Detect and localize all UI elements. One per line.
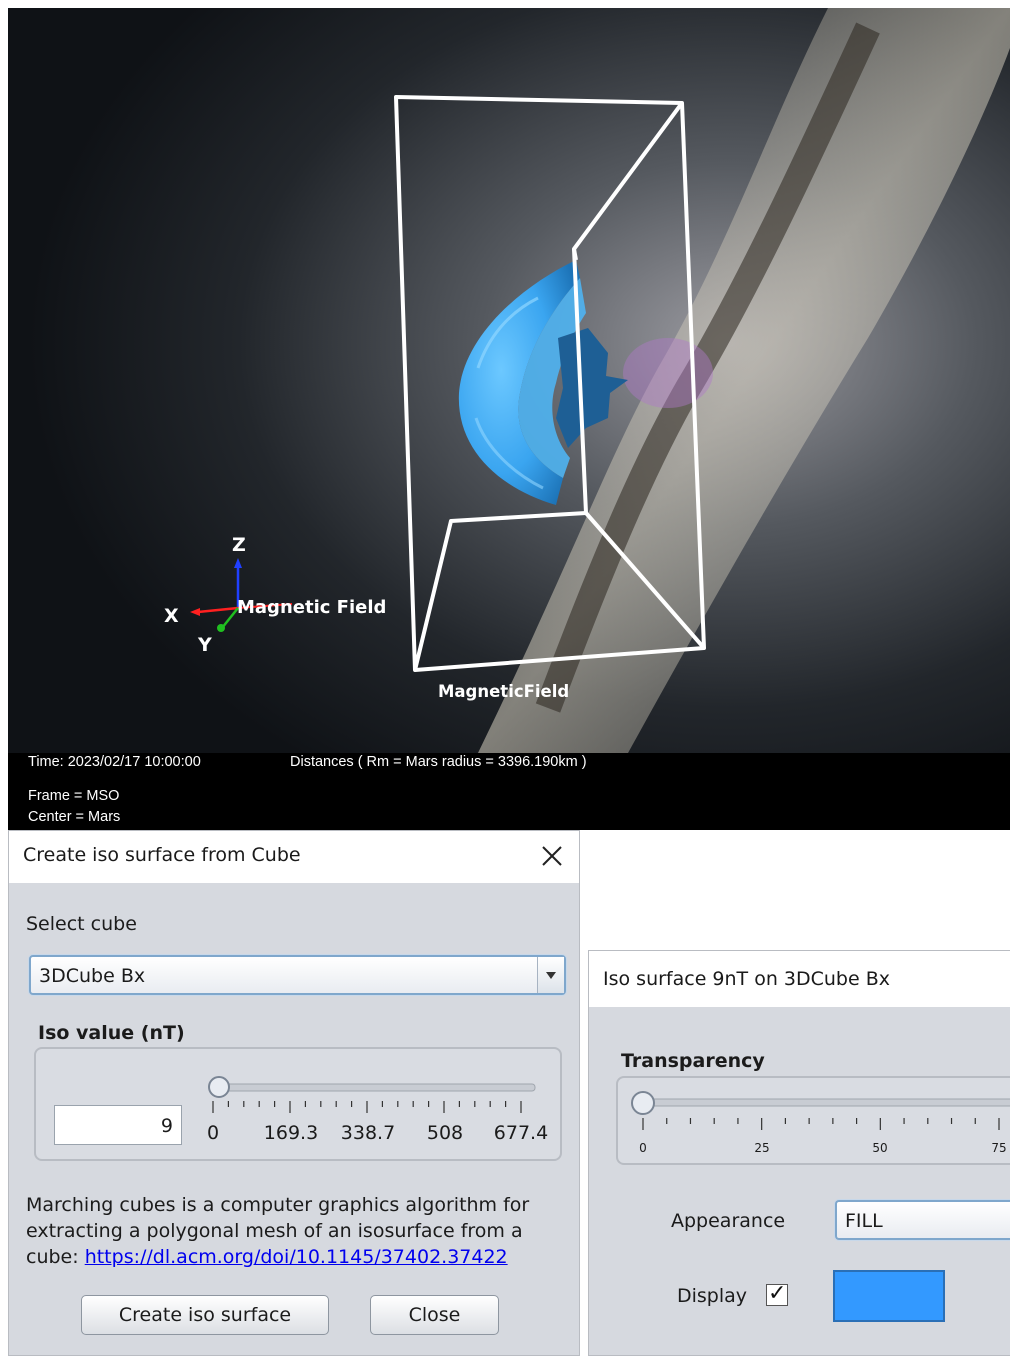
transparency-tick-label: 50	[872, 1141, 888, 1155]
dialog-title: Create iso surface from Cube	[23, 844, 301, 866]
axis-x-label: X	[164, 605, 179, 627]
panel-titlebar: Iso surface 9nT on 3DCube Bx	[589, 951, 1010, 1007]
iso-tick-label: 508	[426, 1122, 464, 1144]
create-iso-dialog: Create iso surface from Cube Select cube…	[8, 830, 580, 1356]
iso-tick-label: 677.4	[493, 1122, 549, 1144]
reference-link[interactable]: https://dl.acm.org/doi/10.1145/37402.374…	[85, 1246, 508, 1268]
close-icon[interactable]	[539, 843, 565, 869]
nebula-glow	[623, 338, 713, 408]
axis-y-label: Y	[198, 634, 212, 656]
iso-value-label: Iso value (nT)	[38, 1022, 185, 1044]
distances-label: Distances ( Rm = Mars radius = 3396.190k…	[290, 754, 587, 770]
transparency-tick-label: 75	[991, 1141, 1007, 1155]
axes-caption: Magnetic Field	[237, 597, 387, 618]
cube-select[interactable]: 3DCube Bx	[29, 955, 566, 995]
close-button[interactable]: Close	[370, 1295, 499, 1335]
transparency-tick-label: 25	[754, 1141, 770, 1155]
frame-label: Frame = MSO	[28, 788, 120, 804]
check-icon: ✓	[768, 1281, 787, 1306]
appearance-select-value: FILL	[845, 1210, 883, 1232]
iso-value-input[interactable]: 9	[54, 1105, 182, 1145]
display-checkbox[interactable]: ✓	[766, 1281, 788, 1306]
iso-tick-label: 338.7	[340, 1122, 396, 1144]
transparency-tick-label: 0	[639, 1141, 647, 1155]
iso-tick-label: 0	[206, 1122, 220, 1144]
dialog-titlebar: Create iso surface from Cube	[9, 831, 579, 883]
appearance-label: Appearance	[671, 1210, 786, 1232]
time-label: Time: 2023/02/17 10:00:00	[28, 754, 201, 770]
cube-select-value: 3DCube Bx	[39, 965, 146, 987]
viewport-3d[interactable]: Z X Y Magnetic Field MagneticField Time:…	[8, 8, 1010, 830]
scene-canvas[interactable]	[8, 8, 1010, 830]
appearance-select[interactable]: FILL	[835, 1200, 1010, 1240]
surface-color-button[interactable]	[833, 1270, 945, 1322]
iso-surface-properties-panel: Iso surface 9nT on 3DCube Bx Transparenc…	[588, 950, 1010, 1356]
panel-title: Iso surface 9nT on 3DCube Bx	[603, 968, 891, 990]
transparency-group	[616, 1076, 1010, 1165]
chevron-down-icon[interactable]	[537, 957, 564, 993]
display-label: Display	[677, 1285, 748, 1307]
iso-tick-label: 169.3	[263, 1122, 319, 1144]
axis-z-label: Z	[232, 534, 246, 556]
select-cube-label: Select cube	[26, 913, 137, 935]
center-label: Center = Mars	[28, 809, 121, 825]
iso-value-text: 9	[160, 1115, 173, 1137]
transparency-label: Transparency	[621, 1050, 765, 1072]
box-caption: MagneticField	[438, 682, 570, 701]
create-iso-surface-button[interactable]: Create iso surface	[81, 1295, 329, 1335]
marching-cubes-description: Marching cubes is a computer graphics al…	[26, 1192, 546, 1270]
